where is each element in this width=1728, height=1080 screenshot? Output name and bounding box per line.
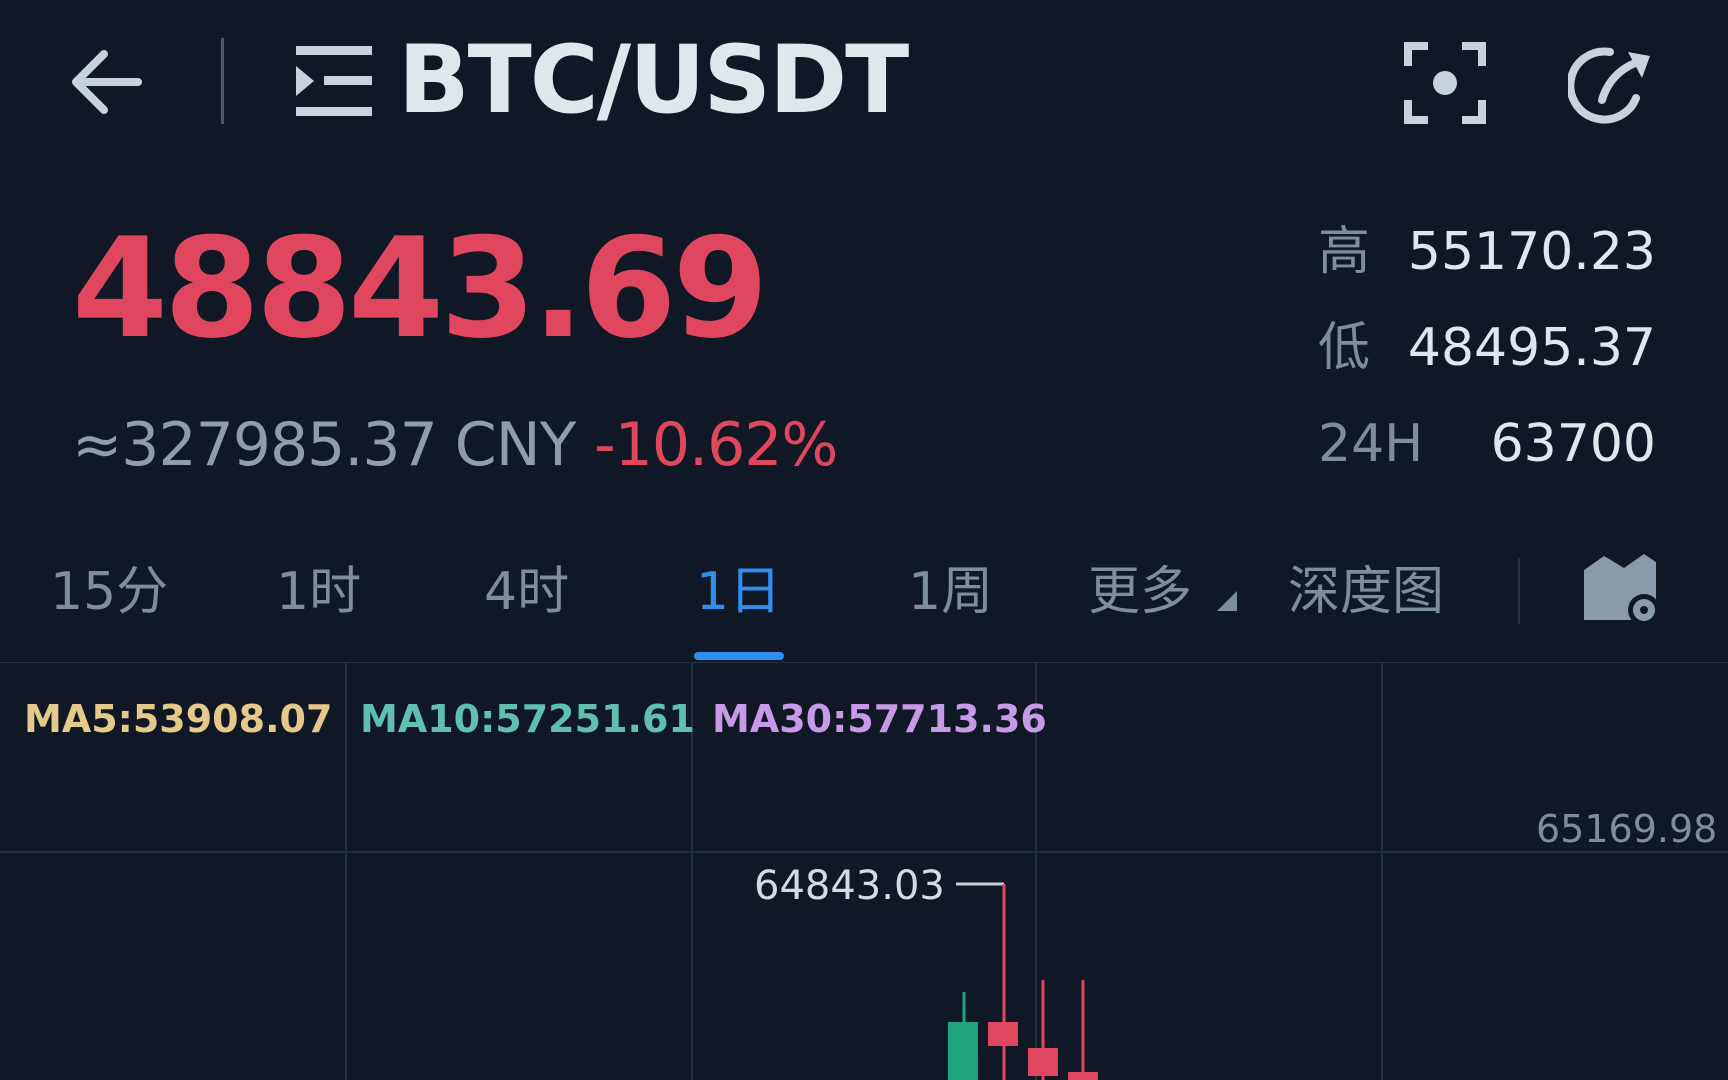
volume-24h-value: 63700: [1490, 414, 1656, 474]
chart-settings-icon[interactable]: [1582, 550, 1662, 630]
tab-separator: [1518, 558, 1520, 624]
pair-title[interactable]: BTC/USDT: [398, 34, 909, 128]
high-value: 55170.23: [1407, 222, 1656, 282]
tab-more[interactable]: 更多: [1088, 566, 1239, 618]
y-axis-top-label: 65169.98: [1536, 807, 1718, 851]
tab-1d[interactable]: 1日: [696, 566, 781, 618]
tab-15m[interactable]: 15分: [50, 566, 168, 618]
last-price: 48843.69: [72, 208, 769, 369]
ma30-label: MA30:57713.36: [712, 697, 1047, 741]
pair-menu-icon[interactable]: [294, 44, 374, 118]
candle: [1028, 980, 1058, 1080]
header-divider: [221, 38, 224, 124]
candle: [1068, 980, 1098, 1080]
cny-price: ≈327985.37 CNY: [72, 410, 576, 480]
ma10-label: MA10:57251.61: [360, 697, 695, 741]
low-value: 48495.37: [1407, 318, 1656, 378]
share-icon[interactable]: [1566, 40, 1658, 130]
ma5-label: MA5:53908.07: [24, 697, 333, 741]
active-tab-indicator: [694, 652, 784, 660]
change-percent: -10.62%: [594, 410, 838, 480]
max-price-label: 64843.03: [754, 863, 945, 909]
scan-icon[interactable]: [1404, 42, 1486, 124]
back-arrow-icon[interactable]: [66, 40, 150, 124]
candle: [988, 884, 1018, 1080]
tab-depth-chart[interactable]: 深度图: [1288, 566, 1444, 618]
tab-1h[interactable]: 1时: [276, 566, 361, 618]
tab-1w[interactable]: 1周: [908, 566, 993, 618]
dropdown-triangle-icon: [1216, 591, 1237, 611]
tab-4h[interactable]: 4时: [484, 566, 569, 618]
tab-more-label: 更多: [1088, 562, 1193, 622]
candle: [948, 992, 978, 1080]
